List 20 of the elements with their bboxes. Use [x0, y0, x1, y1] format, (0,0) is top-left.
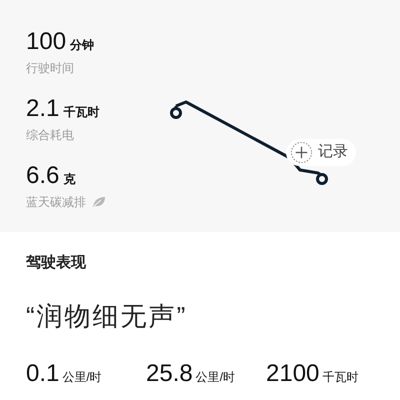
leaf-icon	[92, 196, 106, 208]
metric-unit: 千瓦时	[322, 368, 358, 386]
plus-icon	[290, 141, 313, 164]
quote-text: “润物细无声”	[26, 300, 188, 332]
metric-value: 25.8	[146, 360, 193, 388]
metric-value: 2100	[266, 360, 320, 388]
stat-label: 蓝天碳减排	[26, 194, 86, 211]
stat-value: 6.6	[26, 162, 60, 190]
record-button[interactable]: 记录	[286, 139, 356, 166]
stat-unit: 分钟	[70, 37, 94, 54]
stat-label: 行驶时间	[26, 60, 74, 77]
metric-unit: 公里/时	[62, 368, 102, 386]
stat-value: 2.1	[26, 95, 60, 123]
section-title: 驾驶表现	[26, 253, 87, 273]
stat-unit: 克	[63, 171, 76, 188]
stat-unit: 千瓦时	[63, 104, 100, 121]
stat-label: 综合耗电	[26, 127, 74, 144]
metric-value: 0.1	[26, 360, 60, 388]
metric-unit: 公里/时	[196, 368, 236, 386]
stat-value: 100	[26, 28, 66, 56]
